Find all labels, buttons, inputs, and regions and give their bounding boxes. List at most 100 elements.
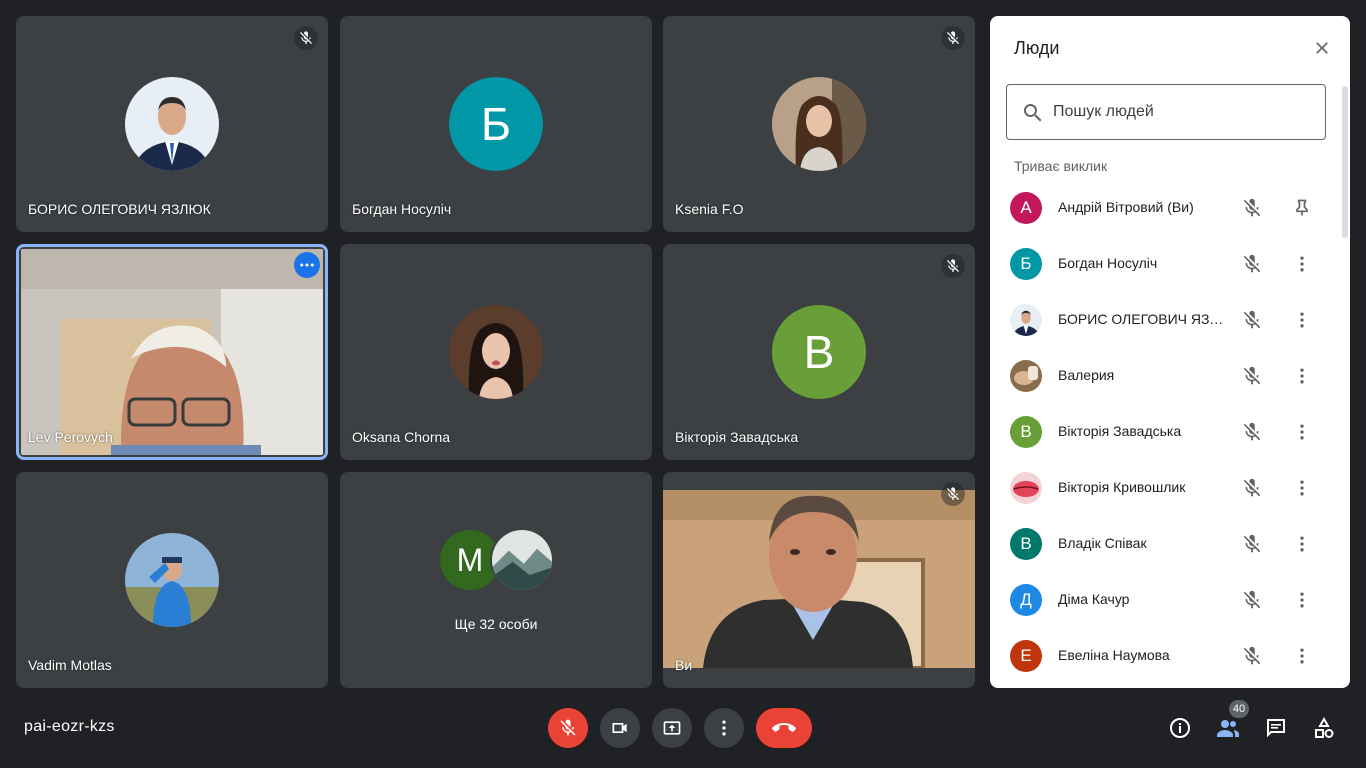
participant-row[interactable]: А Андрій Вітровий (Ви) <box>990 180 1342 236</box>
avatar-initial: Б <box>1010 248 1042 280</box>
mic-off-icon[interactable] <box>1240 308 1264 332</box>
avatar-initial: А <box>1010 192 1042 224</box>
mic-off-icon[interactable] <box>1240 196 1264 220</box>
mic-off-icon <box>947 31 959 44</box>
participant-row[interactable]: Б Богдан Носуліч <box>990 236 1342 292</box>
mic-off-icon[interactable] <box>1240 252 1264 276</box>
participant-name: Евеліна Наумова <box>1058 647 1170 663</box>
more-vert-icon[interactable] <box>1290 644 1314 668</box>
meeting-code: pai-eozr-kzs <box>24 718 115 735</box>
participant-row[interactable]: Е Евеліна Наумова <box>990 628 1342 684</box>
participant-row[interactable]: Вікторія Кривошлик <box>990 460 1342 516</box>
participant-name: БОРИС ОЛЕГОВИЧ ЯЗЛЮК <box>28 201 211 217</box>
participant-photo <box>1010 472 1042 504</box>
mic-off-icon[interactable] <box>1240 588 1264 612</box>
present-screen-button[interactable] <box>652 708 692 748</box>
people-icon <box>1217 720 1239 737</box>
participant-options-button[interactable] <box>294 252 320 278</box>
people-panel: Люди Триває виклик А Андрій Вітровий (Ви)… <box>990 16 1350 688</box>
more-vert-icon[interactable] <box>1290 308 1314 332</box>
more-vert-icon[interactable] <box>1290 476 1314 500</box>
meeting-info-button[interactable] <box>1166 714 1194 742</box>
pin-icon[interactable] <box>1290 196 1314 220</box>
video-feed-icon <box>663 490 975 670</box>
avatar-initial: Е <box>1010 640 1042 672</box>
participant-photo <box>125 533 219 627</box>
mic-off-icon[interactable] <box>1240 532 1264 556</box>
photo-woman-2-icon <box>449 305 543 399</box>
participant-tile-ksenia[interactable]: Ksenia F.O <box>663 16 975 232</box>
more-vert-icon[interactable] <box>1290 252 1314 276</box>
video-feed-icon <box>21 249 323 455</box>
videocam-icon <box>612 723 627 733</box>
participant-tile-vadim[interactable]: Vadim Motlas <box>16 472 328 688</box>
activities-button[interactable] <box>1310 714 1338 742</box>
participant-name: Вікторія Кривошлик <box>1058 479 1186 495</box>
avatar-initial: Б <box>449 77 543 171</box>
call-end-icon <box>772 723 796 732</box>
participant-name: Богдан Носуліч <box>1058 255 1158 271</box>
participant-count-badge: 40 <box>1229 700 1249 718</box>
participant-row[interactable]: Д Діма Качур <box>990 572 1342 628</box>
close-panel-button[interactable] <box>1310 36 1334 60</box>
participant-video <box>663 490 975 670</box>
more-participants-label: Ще 32 особи <box>454 616 538 632</box>
avatar-initial: В <box>1010 528 1042 560</box>
people-search[interactable] <box>1006 84 1326 140</box>
photo-man-suit-icon <box>125 77 219 171</box>
muted-indicator <box>941 26 965 50</box>
participant-name: Андрій Вітровий (Ви) <box>1058 199 1194 215</box>
participant-row[interactable]: БОРИС ОЛЕГОВИЧ ЯЗЛЮК <box>990 292 1342 348</box>
mic-off-icon[interactable] <box>1240 476 1264 500</box>
mic-off-icon[interactable] <box>1240 364 1264 388</box>
people-button[interactable] <box>1214 714 1242 742</box>
participant-video <box>21 249 323 455</box>
muted-indicator <box>294 26 318 50</box>
participant-name: Lev Perovych <box>28 429 113 445</box>
search-input[interactable] <box>1053 95 1313 129</box>
participant-avatar-stack: М <box>438 528 558 592</box>
mic-off-icon[interactable] <box>1240 644 1264 668</box>
participant-tile-boris[interactable]: БОРИС ОЛЕГОВИЧ ЯЗЛЮК <box>16 16 328 232</box>
participant-row[interactable]: В Владік Співак <box>990 516 1342 572</box>
participant-name: Богдан Носуліч <box>352 201 452 217</box>
participant-name: Ksenia F.O <box>675 201 744 217</box>
more-vert-icon[interactable] <box>1290 588 1314 612</box>
participant-tile-oksana[interactable]: Oksana Chorna <box>340 244 652 460</box>
leave-call-button[interactable] <box>756 708 812 748</box>
participant-name: Oksana Chorna <box>352 429 451 445</box>
more-vert-icon[interactable] <box>1290 420 1314 444</box>
photo-man-outdoor-icon <box>125 533 219 627</box>
participant-row[interactable]: Валерия <box>990 348 1342 404</box>
mic-off-icon[interactable] <box>1240 420 1264 444</box>
toggle-mic-button[interactable] <box>548 708 588 748</box>
people-list: А Андрій Вітровий (Ви) Б Богдан Носуліч БОРИ… <box>990 180 1342 684</box>
present-to-all-icon <box>663 721 681 735</box>
participant-name: Владік Співак <box>1058 535 1147 551</box>
more-vert-icon <box>722 720 726 736</box>
more-vert-icon[interactable] <box>1290 364 1314 388</box>
toggle-camera-button[interactable] <box>600 708 640 748</box>
muted-indicator <box>941 254 965 278</box>
participant-tile-bohdan[interactable]: Б Богдан Носуліч <box>340 16 652 232</box>
participant-tile-lev[interactable]: Lev Perovych <box>16 244 328 460</box>
participant-photo <box>125 77 219 171</box>
chat-button[interactable] <box>1262 714 1290 742</box>
mic-off-icon <box>560 719 576 736</box>
participant-photo <box>1010 360 1042 392</box>
mic-off-icon <box>947 487 959 500</box>
participant-photo <box>1010 304 1042 336</box>
participant-name: Ви <box>675 657 693 673</box>
panel-scrollbar[interactable] <box>1342 86 1348 238</box>
participant-row[interactable]: В Вікторія Завадська <box>990 404 1342 460</box>
avatar-initial: Д <box>1010 584 1042 616</box>
more-horiz-icon <box>300 263 314 267</box>
mic-off-icon <box>947 259 959 272</box>
more-options-button[interactable] <box>704 708 744 748</box>
in-call-section-label: Триває виклик <box>1014 158 1108 174</box>
more-participants-tile[interactable]: М Ще 32 особи <box>340 472 652 688</box>
close-icon <box>1316 42 1328 54</box>
participant-tile-you[interactable]: Ви <box>663 472 975 688</box>
more-vert-icon[interactable] <box>1290 532 1314 556</box>
participant-tile-viktoria[interactable]: В Вікторія Завадська <box>663 244 975 460</box>
